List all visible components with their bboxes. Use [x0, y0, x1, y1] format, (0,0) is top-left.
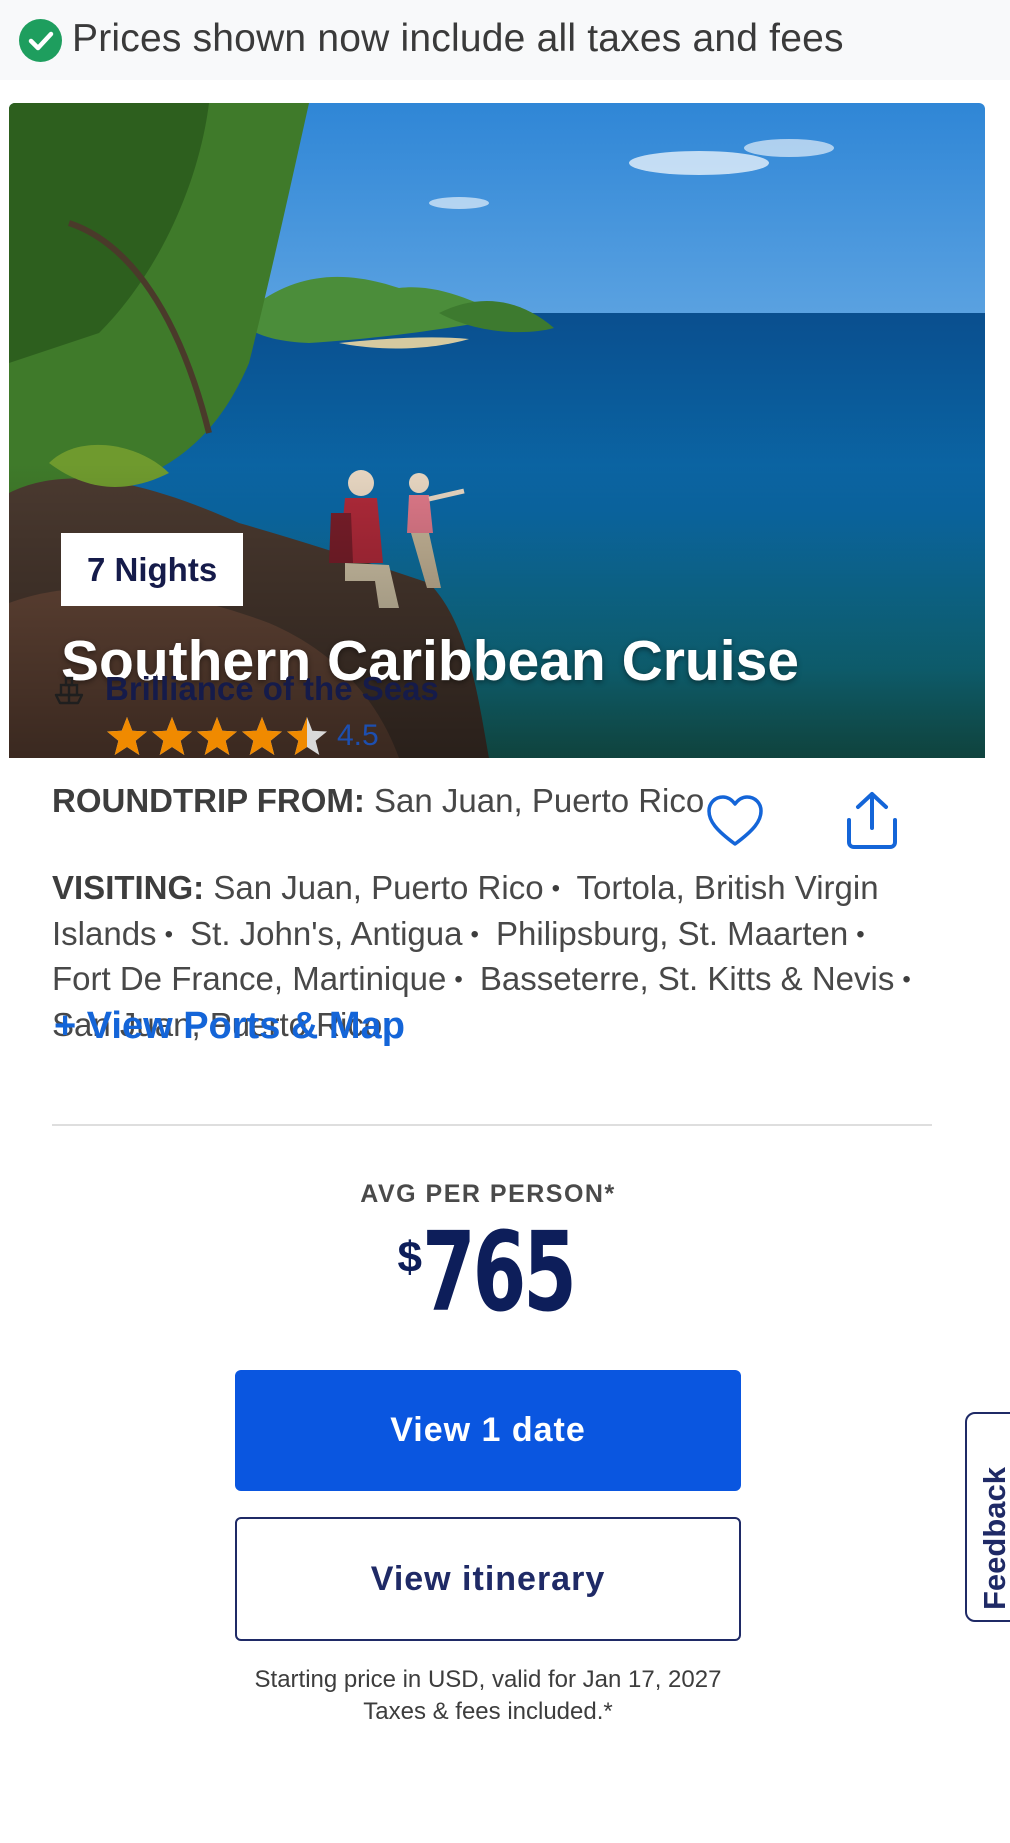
- rating-stars: [107, 717, 327, 755]
- price-footnote: Starting price in USD, valid for Jan 17,…: [254, 1666, 722, 1693]
- visiting-label: VISITING:: [52, 869, 205, 906]
- view-ports-map-link[interactable]: + View Ports & Map: [54, 1005, 405, 1048]
- port-item: Philipsburg, St. Maarten: [496, 914, 849, 952]
- price-amount: 765: [421, 1208, 577, 1336]
- roundtrip-value: San Juan, Puerto Rico: [374, 782, 705, 819]
- avg-per-person-label: AVG PER PERSON*: [360, 1180, 616, 1208]
- currency-symbol: $: [397, 1233, 422, 1282]
- hero-image[interactable]: 7 Nights Southern Caribbean Cruise: [9, 103, 985, 758]
- roundtrip-label: ROUNDTRIP FROM:: [52, 782, 365, 819]
- port-separator: •: [454, 966, 463, 993]
- view-itinerary-button[interactable]: View itinerary: [235, 1517, 741, 1641]
- check-circle-icon: [19, 19, 62, 62]
- port-item: St. John's, Antigua: [190, 914, 463, 952]
- share-icon[interactable]: [843, 790, 901, 850]
- price-notice-text: Prices shown now include all taxes and f…: [72, 17, 844, 60]
- feedback-label: Feedback: [977, 1466, 1010, 1610]
- star-filled: [152, 717, 192, 755]
- divider: [52, 1124, 932, 1126]
- port-item: Basseterre, St. Kitts & Nevis: [479, 960, 895, 997]
- port-separator: •: [470, 920, 479, 948]
- star-filled: [242, 717, 282, 755]
- roundtrip-from: ROUNDTRIP FROM: San Juan, Puerto Rico: [52, 782, 704, 820]
- favorite-heart-icon[interactable]: [706, 794, 764, 848]
- price-notice-banner: Prices shown now include all taxes and f…: [0, 0, 1010, 80]
- star-filled: [197, 717, 237, 755]
- port-item: Fort De France, Martinique: [52, 960, 447, 997]
- ship-icon: [54, 676, 84, 705]
- feedback-tab[interactable]: Feedback: [965, 1412, 1010, 1622]
- ship-name[interactable]: Brilliance of the Seas: [105, 670, 439, 708]
- taxes-footnote: Taxes & fees included.*: [363, 1698, 613, 1725]
- port-separator: •: [902, 966, 911, 993]
- price: $765: [0, 1208, 976, 1336]
- port-separator: •: [551, 875, 560, 902]
- rating-value: 4.5: [337, 719, 379, 752]
- port-separator: •: [164, 920, 173, 948]
- port-item: San Juan, Puerto Rico: [213, 869, 544, 906]
- nights-badge: 7 Nights: [61, 533, 244, 606]
- port-separator: •: [856, 920, 865, 948]
- star-filled: [107, 717, 147, 755]
- view-dates-button[interactable]: View 1 date: [235, 1370, 741, 1491]
